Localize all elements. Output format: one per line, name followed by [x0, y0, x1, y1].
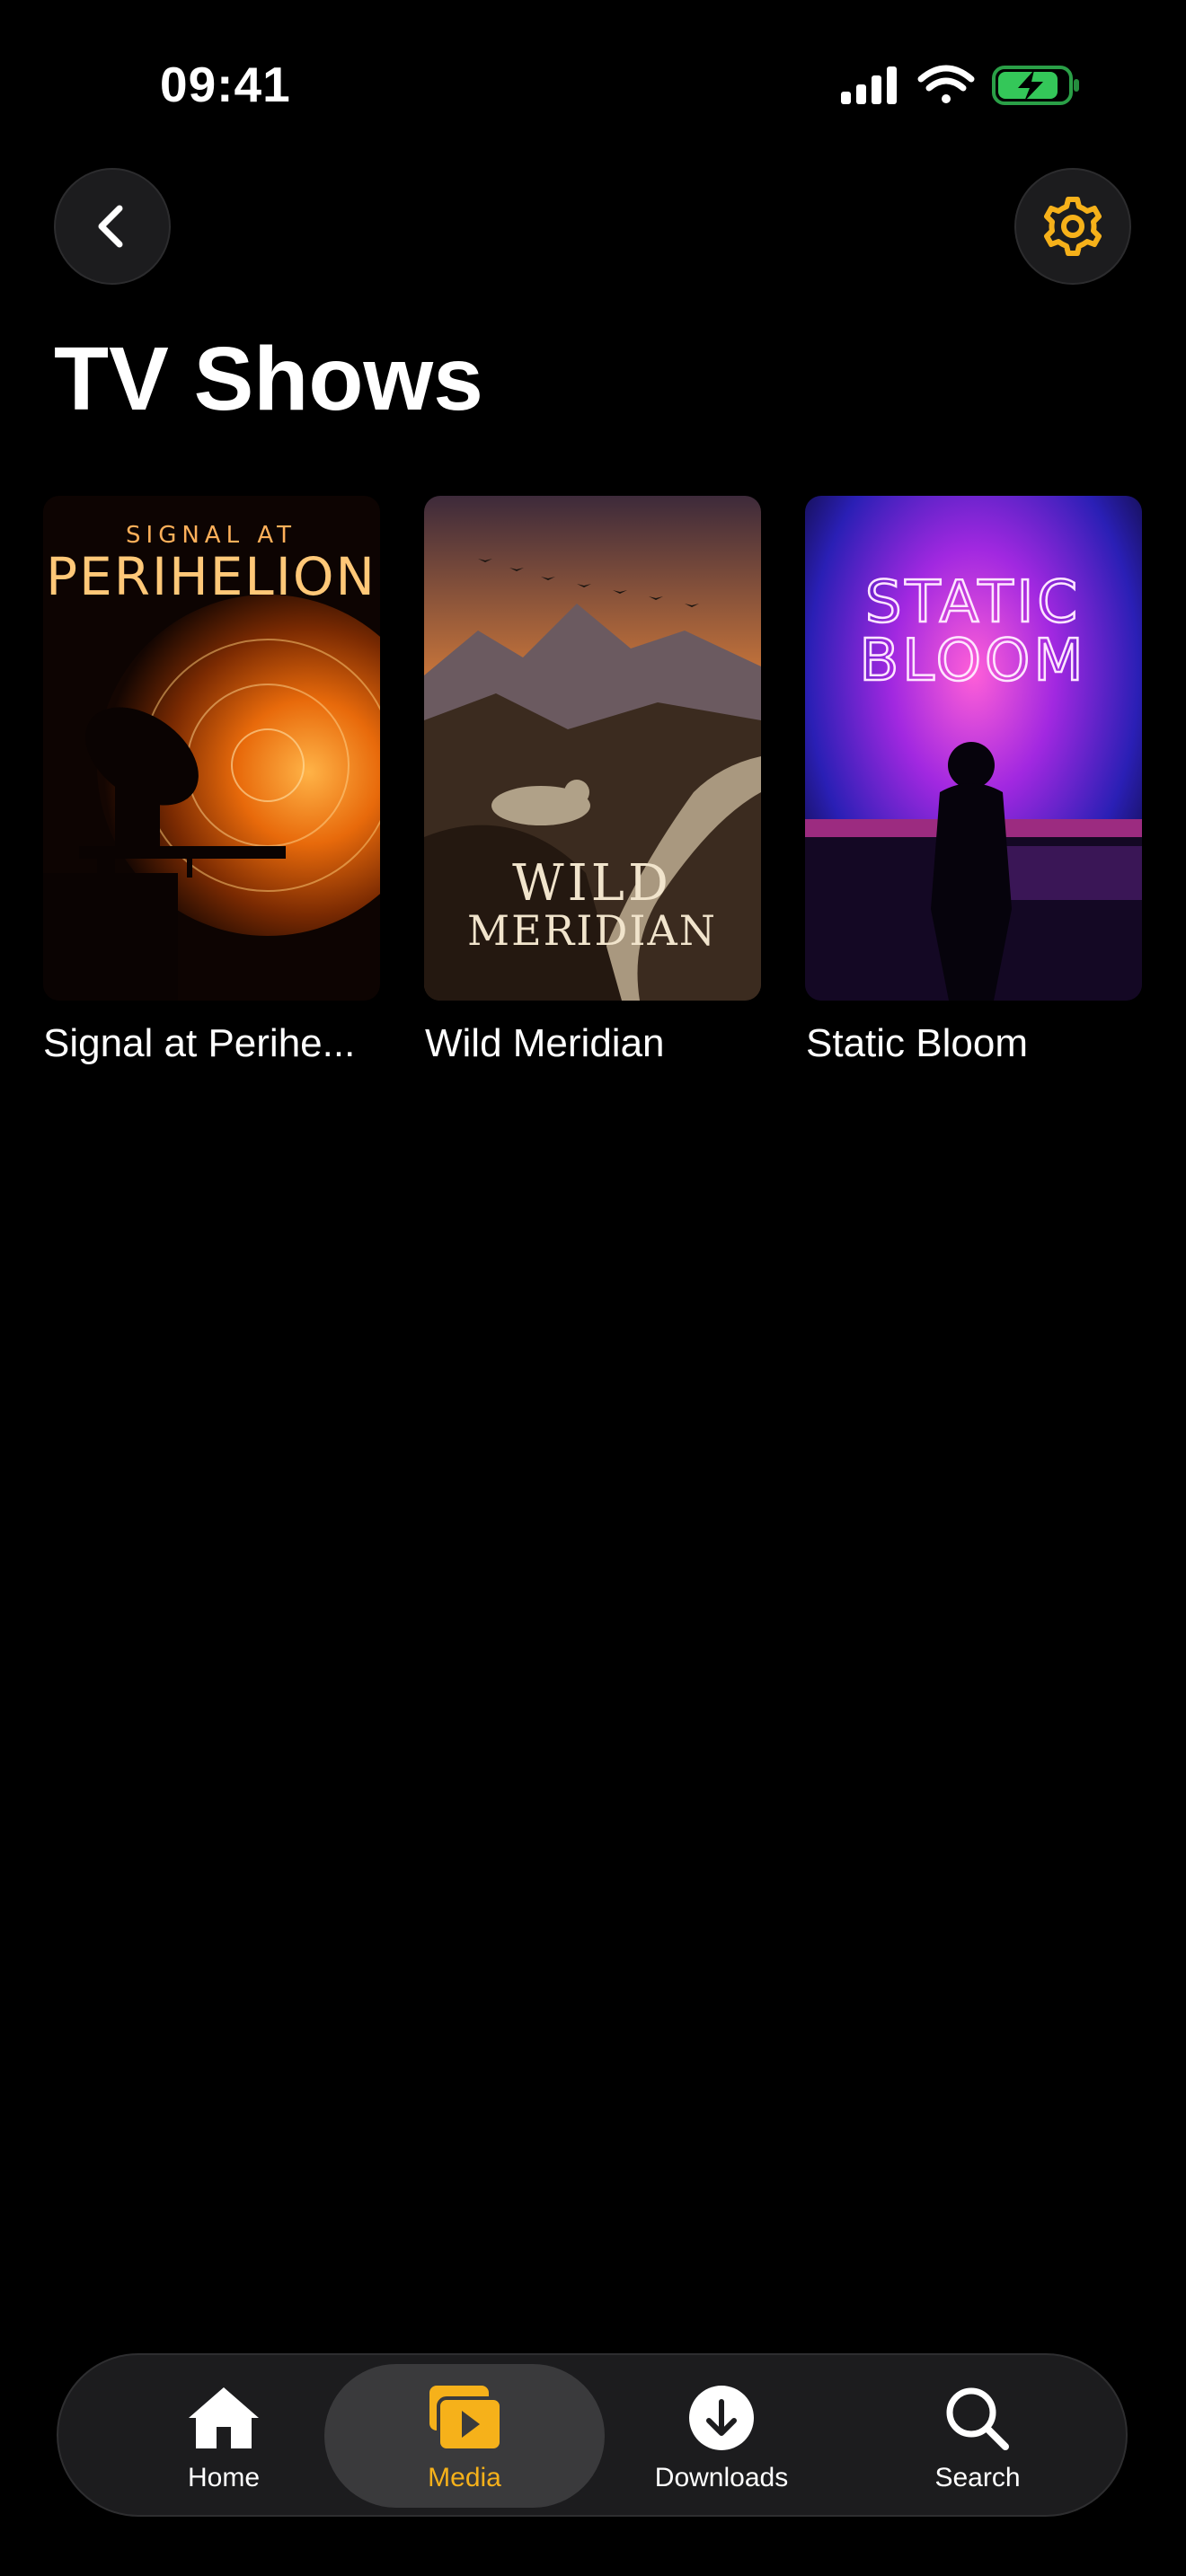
- tab-bar: Home Media Downloads Search: [57, 2353, 1128, 2517]
- back-button[interactable]: [54, 168, 171, 285]
- tab-home-label: Home: [187, 2463, 261, 2492]
- poster-2-title-bottom: MERIDIAN: [467, 906, 717, 955]
- page-title: TV Shows: [54, 329, 483, 429]
- tab-downloads-label: Downloads: [654, 2463, 789, 2492]
- house-icon: [189, 2387, 259, 2448]
- settings-button[interactable]: [1014, 168, 1131, 285]
- poster-2-title-top: WILD: [512, 854, 672, 913]
- status-bar: 09:41: [0, 0, 1186, 171]
- battery-charging-icon: [992, 66, 1079, 105]
- chevron-left-icon: [98, 205, 123, 248]
- show-title[interactable]: Signal at Perihe...: [43, 1021, 385, 1066]
- tab-search[interactable]: Search: [852, 2364, 1103, 2508]
- tab-home[interactable]: Home: [98, 2364, 350, 2508]
- poster-wild-meridian[interactable]: WILD MERIDIAN: [424, 496, 761, 1001]
- poster-1-title-bottom: PERIHELION: [46, 546, 376, 607]
- tab-downloads[interactable]: Downloads: [596, 2364, 847, 2508]
- status-icons: [841, 65, 1079, 105]
- media-play-icon: [429, 2386, 503, 2452]
- status-time: 09:41: [160, 57, 291, 112]
- tab-media[interactable]: Media: [324, 2364, 605, 2508]
- show-title[interactable]: Static Bloom: [806, 1021, 1183, 1066]
- tab-media-label: Media: [428, 2463, 501, 2492]
- poster-signal-at-perihelion[interactable]: SIGNAL AT PERIHELION: [43, 496, 380, 1001]
- wifi-icon: [917, 65, 975, 103]
- tab-search-label: Search: [934, 2463, 1021, 2492]
- poster-1-title-top: SIGNAL AT: [126, 522, 296, 549]
- cellular-signal-icon: [841, 66, 897, 104]
- gear-icon: [1044, 197, 1102, 256]
- search-icon: [946, 2387, 1009, 2450]
- download-icon: [689, 2386, 754, 2450]
- poster-static-bloom[interactable]: STATIC BLOOM: [805, 496, 1142, 1001]
- poster-3-title-bottom: BLOOM: [859, 628, 1086, 694]
- show-title[interactable]: Wild Meridian: [425, 1021, 802, 1066]
- poster-3-title-top: STATIC: [865, 569, 1081, 636]
- show-carousel[interactable]: SIGNAL AT PERIHELION WILD MERIDIAN STATI…: [0, 496, 1186, 1089]
